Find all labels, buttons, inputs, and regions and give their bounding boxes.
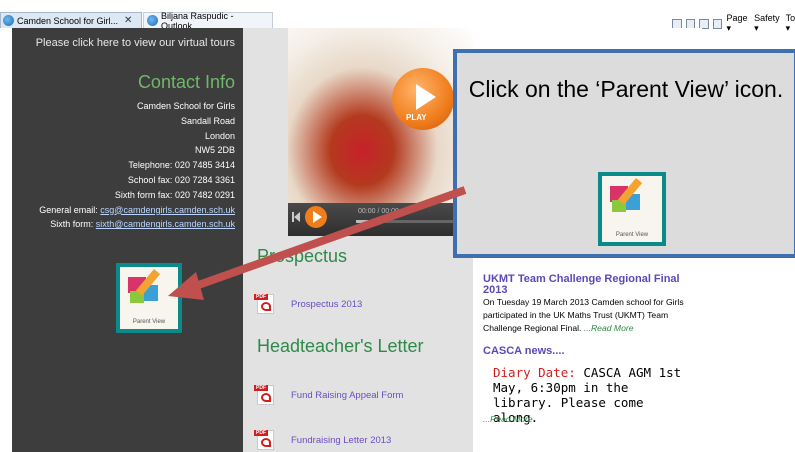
previous-icon[interactable] (292, 212, 300, 222)
callout-text: Click on the ‘Parent View’ icon. (468, 76, 784, 102)
video-time: 00:00 / 00:00 (358, 208, 399, 215)
ie-icon (147, 15, 158, 26)
sixth-email-row: Sixth form: sixth@camdengirls.camden.sch… (39, 217, 235, 232)
contact-info-heading: Contact Info (137, 72, 235, 92)
contact-details: Camden School for Girls Sandall Road Lon… (39, 99, 235, 232)
address-line: Camden School for Girls (136, 101, 235, 111)
print-icon[interactable] (712, 18, 723, 29)
play-label: PLAY (406, 113, 427, 122)
diary-label: Diary Date: (493, 365, 576, 380)
school-fax: School fax: 020 7284 3361 (127, 174, 235, 185)
pdf-icon (254, 430, 274, 450)
general-email-label: General email: (39, 204, 101, 215)
parent-view-graphic: Parent View (602, 176, 662, 242)
tab-label: Camden School for Girl... (17, 15, 119, 26)
virtual-tours-link[interactable]: Please click here to view our virtual to… (36, 37, 235, 49)
casca-read-more-link[interactable]: ...Read More (483, 414, 533, 424)
safety-menu[interactable]: Safety ▾ (754, 13, 782, 34)
address-line: NW5 2DB (194, 145, 235, 156)
parent-view-icon-example: Parent View (598, 172, 666, 246)
read-more-link[interactable]: ...Read More (584, 323, 634, 333)
pdf-icon (254, 294, 274, 314)
pdf-icon (254, 385, 274, 405)
ukmt-news-title[interactable]: UKMT Team Challenge Regional Final 2013 (483, 274, 698, 296)
general-email-row: General email: csg@camdengirls.camden.sc… (39, 203, 235, 218)
instruction-callout: Click on the ‘Parent View’ icon. Parent … (453, 49, 795, 258)
fundraising-letter-item[interactable]: Fundraising Letter 2013 (254, 430, 391, 450)
headteacher-letter-heading: Headteacher's Letter (257, 336, 424, 356)
mail-icon[interactable] (699, 18, 709, 29)
video-player[interactable]: PLAY 00:00 / 00:00 (288, 28, 473, 236)
address-line: London (204, 130, 235, 141)
main-column: PLAY 00:00 / 00:00 Prospectus Prospectus… (243, 28, 473, 452)
browser-toolbar: Camden School for Girl... ✕ Biljana Rasp… (0, 0, 795, 33)
home-icon[interactable] (672, 18, 682, 29)
prospectus-heading: Prospectus (257, 246, 348, 266)
left-sidebar: Please click here to view our virtual to… (12, 28, 243, 452)
ie-icon (3, 15, 14, 26)
general-email-link[interactable]: csg@camdengirls.camden.sch.uk (100, 205, 235, 215)
page-menu[interactable]: Page ▾ (726, 13, 750, 34)
casca-news-title[interactable]: CASCA news.... (483, 345, 565, 357)
sixth-form-fax: Sixth form fax: 020 7482 0291 (114, 189, 235, 200)
parent-view-graphic: Parent View (120, 267, 178, 329)
sixth-email-label: Sixth form: (50, 219, 96, 230)
control-play-button[interactable] (305, 206, 327, 228)
prospectus-link[interactable]: Prospectus 2013 (291, 299, 362, 310)
parent-view-label: Parent View (615, 232, 649, 238)
telephone: Telephone: 020 7485 3414 (128, 160, 235, 171)
progress-fill (356, 220, 368, 223)
fund-raising-item[interactable]: Fund Raising Appeal Form (254, 385, 403, 405)
tab-camden-school[interactable]: Camden School for Girl... ✕ (0, 12, 142, 28)
fund-raising-appeal-link[interactable]: Fund Raising Appeal Form (291, 390, 403, 401)
fundraising-letter-link[interactable]: Fundraising Letter 2013 (291, 435, 391, 446)
feeds-icon[interactable] (685, 18, 696, 29)
ukmt-news-text: On Tuesday 19 March 2013 Camden school f… (483, 296, 697, 335)
tools-menu[interactable]: Tools ▾ (786, 13, 795, 34)
address-line: Sandall Road (180, 115, 235, 126)
video-progress-bar[interactable] (356, 220, 466, 223)
prospectus-item[interactable]: Prospectus 2013 (254, 294, 362, 314)
parent-view-icon[interactable]: Parent View (116, 263, 182, 333)
close-tab-icon[interactable]: ✕ (124, 15, 132, 26)
parent-view-label: Parent View (132, 319, 166, 325)
sixth-email-link[interactable]: sixth@camdengirls.camden.sch.uk (96, 219, 235, 229)
tab-outlook[interactable]: Biljana Raspudic - Outlook... (143, 11, 273, 31)
